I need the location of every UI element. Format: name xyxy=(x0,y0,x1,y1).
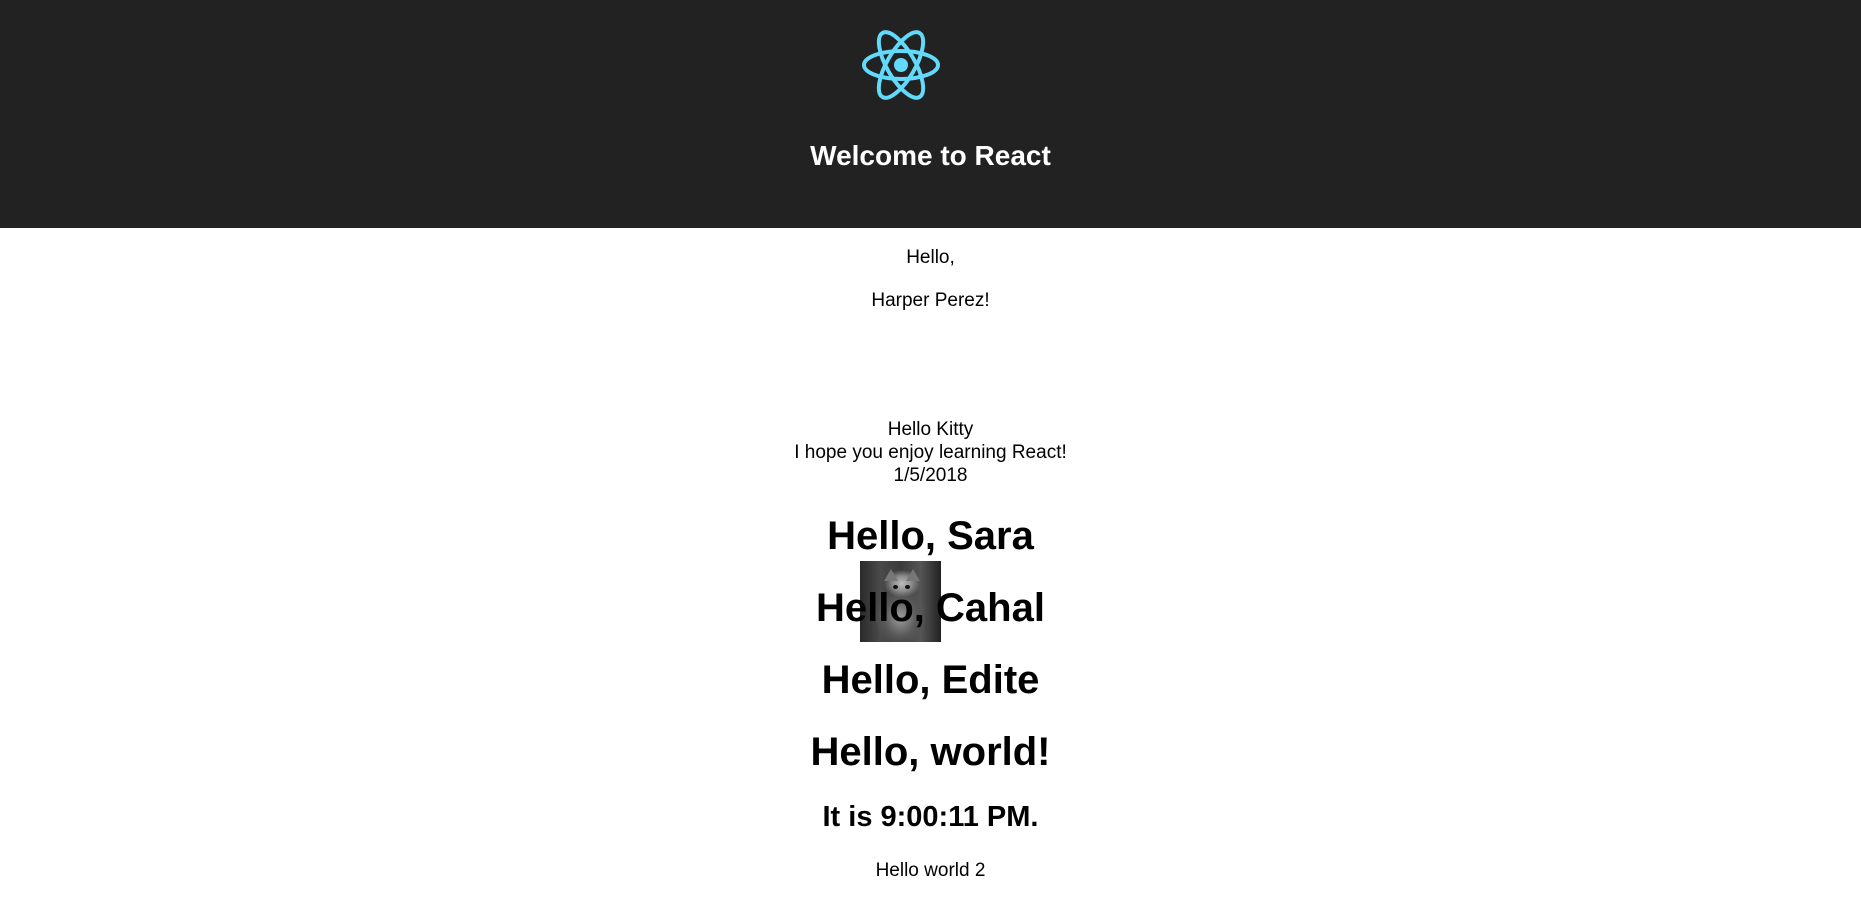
comment-text: I hope you enjoy learning React! xyxy=(794,442,1067,463)
welcome-heading: Hello, Cahal xyxy=(816,586,1045,630)
page-title: Welcome to React xyxy=(810,140,1051,171)
welcome-heading: Hello, Edite xyxy=(821,658,1040,702)
avatar-caption: Hello Kitty xyxy=(887,419,974,440)
app-header: Welcome to React xyxy=(0,0,1861,228)
greeting-name: Harper Perez! xyxy=(871,290,990,311)
react-atom-icon xyxy=(862,30,940,100)
hello-world-heading: Hello, world! xyxy=(810,730,1051,774)
app-root: Welcome to React Hello, Harper Perez! He… xyxy=(0,0,1861,881)
comment-date: 1/5/2018 xyxy=(893,465,968,486)
clock-heading: It is 9:00:11 PM. xyxy=(822,801,1039,833)
footer-text: Hello world 2 xyxy=(875,860,986,881)
greeting-hello: Hello, xyxy=(906,247,955,268)
welcome-heading: Hello, Sara xyxy=(827,514,1034,558)
